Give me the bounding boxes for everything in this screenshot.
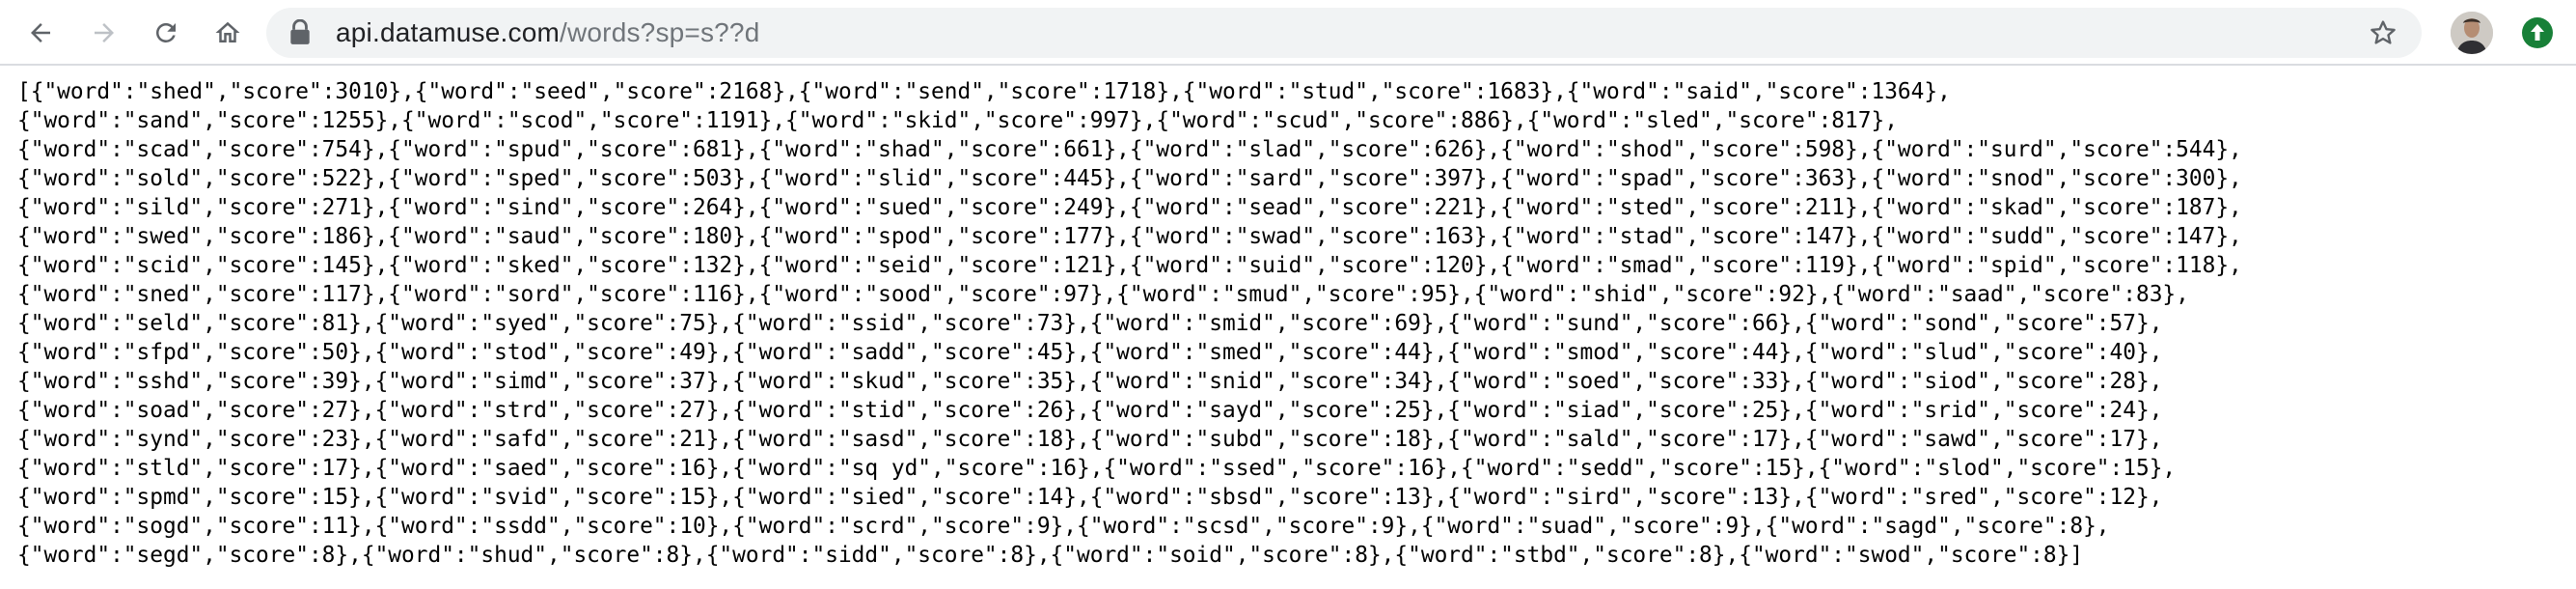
- json-response-body: [{"word":"shed","score":3010},{"word":"s…: [17, 77, 2576, 589]
- json-line: {"word":"sold","score":522},{"word":"spe…: [17, 166, 2242, 191]
- forward-button[interactable]: [81, 10, 127, 56]
- lock-icon[interactable]: [288, 19, 313, 46]
- json-line: {"word":"sild","score":271},{"word":"sin…: [17, 195, 2242, 220]
- star-icon[interactable]: [2368, 17, 2398, 48]
- json-line: {"word":"spmd","score":15},{"word":"svid…: [17, 485, 2163, 510]
- back-button[interactable]: [17, 10, 64, 56]
- reload-icon: [155, 22, 176, 42]
- json-line: {"word":"seld","score":81},{"word":"syed…: [17, 311, 2163, 336]
- json-line: {"word":"sfpd","score":50},{"word":"stod…: [17, 340, 2163, 365]
- home-button[interactable]: [205, 10, 251, 56]
- arrow-left-icon: [31, 23, 50, 42]
- json-line: {"word":"scad","score":754},{"word":"spu…: [17, 137, 2242, 162]
- url-text[interactable]: api.datamuse.com/words?sp=s??d: [336, 8, 759, 58]
- update-arrow-icon: [2531, 24, 2544, 41]
- avatar-image: [2451, 12, 2493, 54]
- home-icon: [215, 21, 240, 42]
- update-button[interactable]: [2522, 17, 2553, 48]
- browser-toolbar: api.datamuse.com/words?sp=s??d: [0, 0, 2576, 66]
- url-host: api.datamuse.com: [336, 17, 560, 47]
- url-path: /words?sp=s??d: [560, 17, 760, 47]
- json-line: {"word":"synd","score":23},{"word":"safd…: [17, 427, 2163, 452]
- arrow-right-icon: [95, 23, 114, 42]
- json-line: {"word":"sned","score":117},{"word":"sor…: [17, 282, 2189, 307]
- address-bar[interactable]: api.datamuse.com/words?sp=s??d: [266, 8, 2422, 58]
- json-line: {"word":"soad","score":27},{"word":"strd…: [17, 398, 2163, 423]
- json-line: [{"word":"shed","score":3010},{"word":"s…: [17, 79, 1951, 104]
- json-line: {"word":"sand","score":1255},{"word":"sc…: [17, 108, 1898, 133]
- json-line: {"word":"sogd","score":11},{"word":"ssdd…: [17, 514, 2110, 539]
- json-line: {"word":"sshd","score":39},{"word":"simd…: [17, 369, 2163, 394]
- profile-avatar[interactable]: [2451, 12, 2493, 54]
- json-line: {"word":"scid","score":145},{"word":"ske…: [17, 253, 2242, 278]
- json-line: {"word":"stld","score":17},{"word":"saed…: [17, 456, 2177, 481]
- reload-button[interactable]: [143, 10, 189, 56]
- json-line: {"word":"swed","score":186},{"word":"sau…: [17, 224, 2242, 249]
- json-line: {"word":"segd","score":8},{"word":"shud"…: [17, 543, 2084, 568]
